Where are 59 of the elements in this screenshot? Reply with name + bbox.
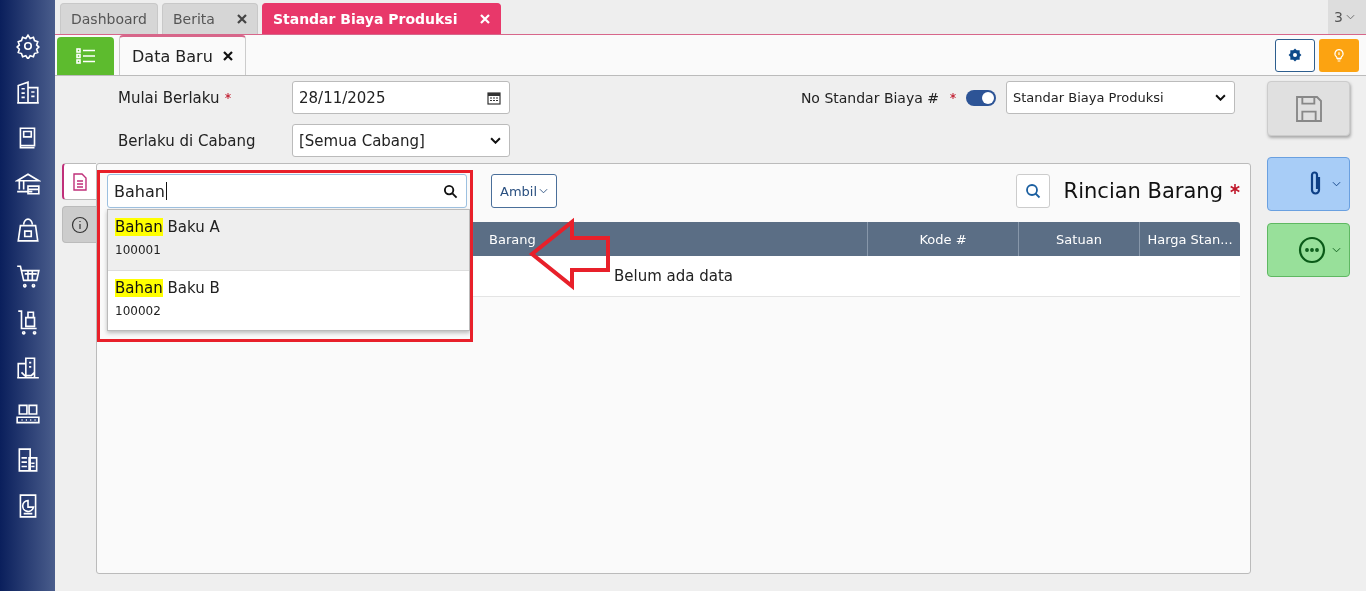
- tab[interactable]: Dashboard: [60, 3, 158, 34]
- info-icon: [70, 215, 89, 234]
- calendar-icon[interactable]: [487, 90, 501, 105]
- info-tab[interactable]: [62, 206, 96, 243]
- lightbulb-icon: [1331, 47, 1347, 63]
- close-icon[interactable]: [236, 14, 247, 24]
- settings-icon: [1288, 48, 1302, 62]
- settings-button[interactable]: [1275, 38, 1315, 72]
- tab-label: Standar Biaya Produksi: [272, 11, 458, 27]
- chevron-icon: [1345, 14, 1355, 20]
- number-dropdown[interactable]: Standar Biaya Produksi: [1006, 81, 1235, 114]
- tab[interactable]: Standar Biaya Produksi: [261, 3, 501, 34]
- tab-label: Berita: [172, 11, 215, 27]
- settings-icon[interactable]: [14, 33, 41, 59]
- document-tab[interactable]: Data Baru: [119, 35, 246, 75]
- cart-icon[interactable]: [14, 263, 41, 289]
- chevron-icon: [490, 137, 501, 144]
- empty-message: Belum ada data: [613, 267, 733, 285]
- bank-icon[interactable]: [14, 171, 41, 197]
- field-label: No Standar Biaya #: [800, 89, 939, 106]
- item-name: Bahan Baku A: [115, 218, 221, 236]
- take-button[interactable]: Ambil: [491, 174, 558, 208]
- field-label: Berlaku di Cabang: [118, 131, 256, 150]
- close-icon[interactable]: [222, 51, 233, 61]
- item-search-field[interactable]: Bahan: [107, 174, 467, 208]
- field-label: Mulai Berlaku: [118, 88, 220, 107]
- branch-dropdown[interactable]: [Semua Cabang]: [292, 124, 510, 157]
- bag-icon[interactable]: [14, 217, 41, 243]
- more-icon: [1298, 236, 1326, 264]
- tab-label: Data Baru: [132, 46, 213, 66]
- search-button[interactable]: [1015, 174, 1050, 208]
- column-header: Harga Stan...: [1147, 231, 1233, 247]
- item-code: 100001: [115, 243, 162, 257]
- column-header: Kode #: [919, 231, 967, 247]
- document-tab[interactable]: [62, 163, 96, 200]
- section-title: Rincian Barang: [1063, 179, 1223, 203]
- search-icon: [443, 183, 458, 199]
- save-button[interactable]: [1267, 81, 1350, 136]
- item-code: 100002: [115, 304, 162, 318]
- chevron-icon: [1332, 181, 1341, 187]
- attachment-button[interactable]: [1267, 157, 1350, 211]
- item-name: Bahan Baku B: [115, 279, 221, 297]
- search-icon: [1024, 183, 1041, 199]
- building-icon[interactable]: [14, 79, 41, 105]
- column-header: Satuan: [1056, 231, 1102, 247]
- chevron-icon: [1215, 94, 1226, 101]
- tab-label: Dashboard: [71, 11, 147, 27]
- suggestion-item[interactable]: Bahan Baku B 100002: [108, 270, 469, 330]
- tab-overflow-button[interactable]: 3: [1328, 0, 1366, 34]
- tab[interactable]: Berita: [161, 3, 258, 34]
- column-header: Barang: [489, 231, 536, 247]
- suggestion-item[interactable]: Bahan Baku A 100001: [108, 210, 469, 270]
- toggle-switch[interactable]: [966, 89, 996, 106]
- chevron-icon: [1332, 247, 1341, 253]
- more-button[interactable]: [1267, 223, 1350, 277]
- document-icon: [72, 172, 88, 191]
- date-field[interactable]: 28/11/2025: [292, 81, 510, 114]
- chevron-icon: [539, 188, 549, 194]
- list-icon: [75, 48, 96, 64]
